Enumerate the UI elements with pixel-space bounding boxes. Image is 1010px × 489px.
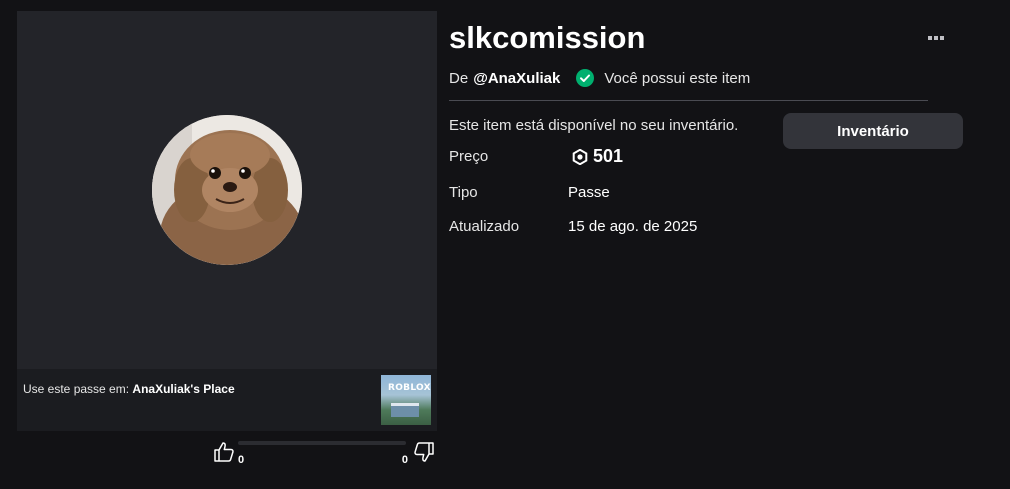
downvote-count: 0	[401, 454, 408, 466]
check-circle-icon	[576, 69, 595, 87]
owned-status: Você possui este item	[604, 69, 751, 87]
price-value: 501	[593, 146, 624, 166]
place-prefix: Use este passe em:	[23, 382, 130, 396]
ellipsis-dot	[940, 36, 944, 40]
item-details-page: Use este passe em: AnaXuliak's Place ROB…	[0, 0, 1010, 489]
item-title: slkcomission	[449, 20, 646, 55]
ellipsis-icon	[928, 36, 932, 40]
roblox-logo: ROBLOX	[388, 383, 431, 393]
updated-label: Atualizado	[449, 218, 520, 235]
upvote-count: 0	[238, 454, 245, 466]
item-thumbnail	[152, 115, 302, 265]
vote-section: 0 0	[210, 438, 438, 468]
price-value-group: 501	[572, 146, 623, 167]
item-media-panel: Use este passe em: AnaXuliak's Place ROB…	[17, 11, 437, 431]
price-label: Preço	[449, 148, 489, 165]
availability-text: Este item está disponível no seu inventá…	[449, 117, 739, 134]
dog-photo-image	[152, 115, 302, 265]
place-text: Use este passe em: AnaXuliak's Place	[23, 382, 235, 396]
inventory-button[interactable]: Inventário	[783, 113, 963, 149]
creator-byline: De @AnaXuliak Você possui este item	[449, 68, 750, 88]
by-prefix: De	[449, 69, 469, 87]
thumbs-down-icon[interactable]	[412, 440, 436, 464]
ellipsis-dot	[934, 36, 938, 40]
updated-value: 15 de ago. de 2025	[568, 218, 698, 235]
vote-ratio-bar	[238, 441, 406, 445]
more-options-button[interactable]	[922, 30, 950, 46]
place-bar: Use este passe em: AnaXuliak's Place ROB…	[17, 369, 437, 431]
divider	[449, 100, 928, 101]
place-building-graphic	[391, 403, 419, 417]
robux-icon	[572, 148, 588, 165]
type-label: Tipo	[449, 184, 478, 201]
place-thumbnail[interactable]: ROBLOX	[381, 375, 431, 425]
type-value: Passe	[568, 184, 610, 201]
creator-link[interactable]: @AnaXuliak	[473, 70, 560, 87]
thumbs-up-icon[interactable]	[212, 440, 236, 464]
place-link[interactable]: AnaXuliak's Place	[132, 382, 234, 396]
